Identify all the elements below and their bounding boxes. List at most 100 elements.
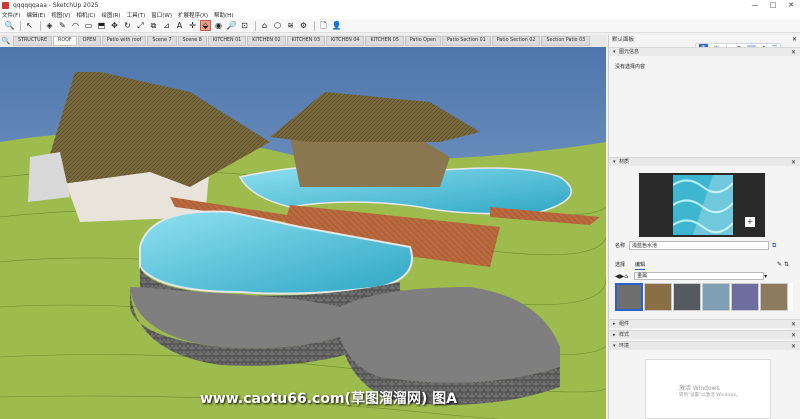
paint-icon[interactable]: ⬙ <box>200 20 211 31</box>
duplicate-icon[interactable]: ⧉ <box>772 241 776 251</box>
material-swatch[interactable] <box>615 283 643 311</box>
library-dropdown[interactable]: 金属 <box>634 272 765 280</box>
chevron-down-icon[interactable]: ▾ <box>764 273 767 280</box>
search-icon[interactable]: 🔍 <box>0 36 12 47</box>
eyedropper-icon[interactable]: ✎ ⇅ <box>777 261 789 268</box>
scene-render <box>0 47 606 419</box>
close-icon[interactable]: ✕ <box>791 158 796 167</box>
material-swatch[interactable] <box>644 283 672 311</box>
materials-header[interactable]: ▾ 材质 ✕ <box>609 157 800 166</box>
material-name-row: 名称 浅蓝色水池 ⧉ <box>615 241 795 251</box>
tab-patio-section-01[interactable]: Patio Section 01 <box>441 36 491 46</box>
styles-header[interactable]: ▸ 样式 ✕ <box>609 330 800 339</box>
tab-patio-open[interactable]: Patio Open <box>404 36 441 46</box>
menu-window[interactable]: 窗口(W) <box>151 11 172 19</box>
add-material-icon[interactable]: + <box>745 217 755 227</box>
close-icon[interactable]: ✕ <box>791 331 796 340</box>
material-swatch[interactable] <box>673 283 701 311</box>
tab-kitchen-04[interactable]: KITCHEN 04 <box>326 36 365 46</box>
tab-roof[interactable]: ROOF <box>52 36 77 46</box>
tape-icon[interactable]: ⊿ <box>161 20 172 31</box>
site-watermark-caption: www.caotu66.com(草图溜溜网) 图A <box>200 391 458 407</box>
move-icon[interactable]: ✥ <box>109 20 120 31</box>
toolbar-divider <box>40 20 41 31</box>
pencil-icon[interactable]: ✎ <box>57 20 68 31</box>
menu-tools[interactable]: 工具(T) <box>127 11 146 19</box>
components-header[interactable]: ▸ 组件 ✕ <box>609 319 800 328</box>
close-icon[interactable]: ✕ <box>791 320 796 329</box>
tab-structure[interactable]: STRUCTURE <box>13 36 52 46</box>
toolbar-divider <box>20 20 21 31</box>
menu-view[interactable]: 视图(V) <box>51 11 70 19</box>
material-name-label: 名称 <box>615 243 626 249</box>
material-preview: + <box>639 173 765 237</box>
zoom-extents-icon[interactable]: ⊡ <box>239 20 250 31</box>
new-icon[interactable]: 🗋 <box>318 20 329 31</box>
tab-kitchen-05[interactable]: KITCHEN 05 <box>365 36 404 46</box>
menu-camera[interactable]: 相机(C) <box>76 11 95 19</box>
material-name-input[interactable]: 浅蓝色水池 <box>629 241 770 250</box>
eraser-icon[interactable]: ◈ <box>44 20 55 31</box>
menu-file[interactable]: 文件(F) <box>2 11 20 19</box>
tab-patio-section-02[interactable]: Patio Section 02 <box>491 36 541 46</box>
menu-extensions[interactable]: 扩展程序(X) <box>178 11 208 19</box>
axes-icon[interactable]: ✛ <box>187 20 198 31</box>
layer-icon[interactable]: ≋ <box>285 20 296 31</box>
water-texture-preview <box>673 175 733 235</box>
material-swatches <box>615 283 793 311</box>
rectangle-icon[interactable]: ▭ <box>83 20 94 31</box>
tab-open[interactable]: OPEN <box>77 36 101 46</box>
library-row: ◀ ▶ ⌂ 金属 ▾ <box>615 271 795 281</box>
tab-section-patio-03[interactable]: Section Patio 03 <box>541 36 591 46</box>
orbit-icon[interactable]: ◉ <box>213 20 224 31</box>
menu-draw[interactable]: 绘图(R) <box>101 11 120 19</box>
material-swatch[interactable] <box>702 283 730 311</box>
close-button[interactable]: ✕ <box>782 0 800 10</box>
entity-info-header[interactable]: ▾ 图元信息 ✕ <box>609 47 800 56</box>
material-swatch[interactable] <box>731 283 759 311</box>
environment-header[interactable]: ▾ 环境 ✕ <box>609 341 800 350</box>
model-viewport[interactable] <box>0 47 606 419</box>
tab-select[interactable]: 选择 <box>615 261 625 270</box>
close-icon[interactable]: ✕ <box>791 342 796 351</box>
title-bar: qqqqqqaaa - SketchUp 2025 — □ ✕ <box>0 0 800 10</box>
tab-kitchen-01[interactable]: KITCHEN 01 <box>207 36 247 46</box>
settings-icon[interactable]: ⚙ <box>298 20 309 31</box>
zoom-icon[interactable]: 🔎 <box>226 20 237 31</box>
warehouse-icon[interactable]: ⌂ <box>259 20 270 31</box>
menu-help[interactable]: 帮助(H) <box>214 11 233 19</box>
menu-edit[interactable]: 编辑(E) <box>26 11 45 19</box>
material-swatch[interactable] <box>760 283 788 311</box>
tab-kitchen-02[interactable]: KITCHEN 02 <box>247 36 286 46</box>
maximize-button[interactable]: □ <box>764 0 782 10</box>
toolbar-divider <box>314 20 315 31</box>
scene-tabs: 🔍 STRUCTURE ROOF OPEN Patio with roof Sc… <box>0 35 606 47</box>
select-icon[interactable]: ↖ <box>24 20 35 31</box>
sketchup-logo-icon <box>2 1 9 9</box>
default-tray-panel: 默认面板 ✕ 王 中 ㄅ ● ⌨ ✿ ☰ ▾图元信息 ✕ 没有选择内容 ▾材质 … <box>608 35 800 419</box>
pushpull-icon[interactable]: ⬒ <box>96 20 107 31</box>
tab-kitchen-03[interactable]: KITCHEN 03 <box>286 36 326 46</box>
tab-patio-with-roof[interactable]: Patio with roof <box>101 36 147 46</box>
tab-scene-8[interactable]: Scene 8 <box>177 36 207 46</box>
menu-bar: 文件(F) 编辑(E) 视图(V) 相机(C) 绘图(R) 工具(T) 窗口(W… <box>0 10 800 19</box>
activate-windows-watermark: 激活 Windows 转到"设置"以激活 Windows。 <box>679 385 741 398</box>
arc-icon[interactable]: ◠ <box>70 20 81 31</box>
rotate-icon[interactable]: ↻ <box>122 20 133 31</box>
search-icon[interactable]: 🔍 <box>4 20 15 31</box>
tab-edit[interactable]: 编辑 <box>635 261 646 270</box>
entity-info-text: 没有选择内容 <box>615 64 646 70</box>
text-icon[interactable]: A <box>174 20 185 31</box>
materials-tabs: 选择 编辑 ✎ ⇅ <box>615 261 795 270</box>
offset-icon[interactable]: ⧉ <box>148 20 159 31</box>
house-right-wall <box>290 137 450 187</box>
close-icon[interactable]: ✕ <box>791 48 796 57</box>
extension-icon[interactable]: ⬡ <box>272 20 283 31</box>
main-toolbar: 🔍 ↖ ◈ ✎ ◠ ▭ ⬒ ✥ ↻ ⤢ ⧉ ⊿ A ✛ ⬙ ◉ 🔎 ⊡ ⌂ ⬡ … <box>0 19 800 33</box>
scale-icon[interactable]: ⤢ <box>135 20 146 31</box>
home-icon[interactable]: ⌂ <box>624 273 628 280</box>
minimize-button[interactable]: — <box>746 0 764 10</box>
close-icon[interactable]: ✕ <box>792 36 797 43</box>
tab-scene-7[interactable]: Scene 7 <box>147 36 177 46</box>
profile-icon[interactable]: 👤 <box>331 20 342 31</box>
